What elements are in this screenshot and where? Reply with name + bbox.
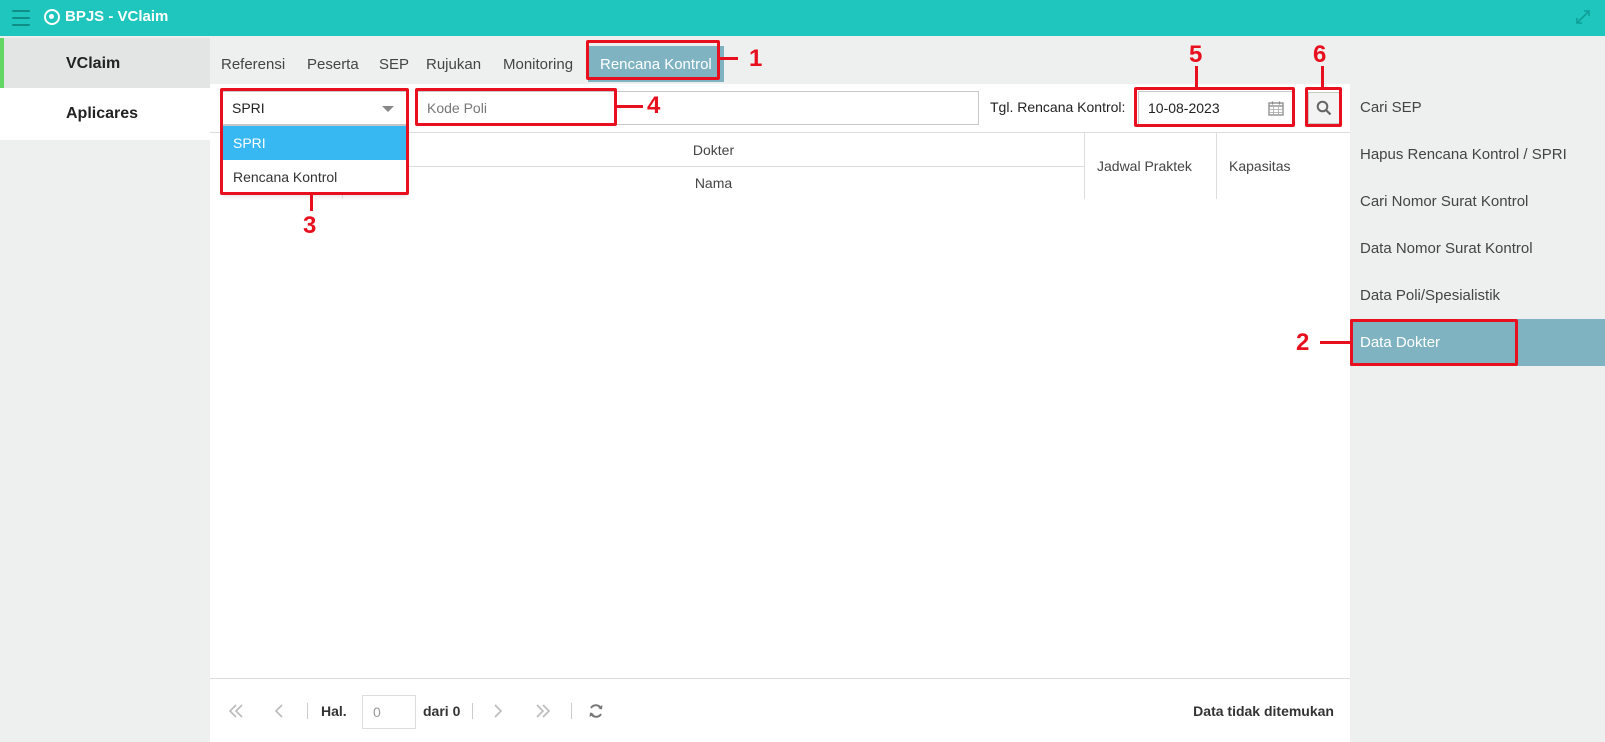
date-label: Tgl. Rencana Kontrol: — [990, 99, 1126, 115]
right-nav-item-data-nomor-surat-kontrol[interactable]: Data Nomor Surat Kontrol — [1350, 225, 1605, 272]
annotation-number-5: 5 — [1189, 41, 1203, 68]
right-sidebar: Cari SEP Hapus Rencana Kontrol / SPRI Ca… — [1350, 84, 1605, 742]
calendar-icon[interactable] — [1268, 101, 1284, 116]
annotation-number-6: 6 — [1313, 41, 1327, 68]
tab-rujukan[interactable]: Rujukan — [426, 46, 481, 82]
type-select-value: SPRI — [232, 100, 265, 116]
expand-icon[interactable] — [1575, 9, 1591, 25]
dropdown-option-spri[interactable]: SPRI — [223, 126, 406, 160]
last-page-icon[interactable] — [535, 701, 551, 721]
dropdown-option-rencana-kontrol[interactable]: Rencana Kontrol — [223, 160, 406, 194]
pager-status-message: Data tidak ditemukan — [1193, 703, 1334, 719]
first-page-icon[interactable] — [228, 701, 244, 721]
page-number-input[interactable] — [362, 695, 416, 729]
tab-monitoring[interactable]: Monitoring — [503, 46, 573, 82]
left-nav-label: VClaim — [66, 55, 121, 72]
right-nav-item-data-poli[interactable]: Data Poli/Spesialistik — [1350, 272, 1605, 319]
refresh-icon[interactable] — [588, 701, 604, 721]
prev-page-icon[interactable] — [274, 701, 284, 721]
tab-rencana-kontrol[interactable]: Rencana Kontrol — [588, 46, 724, 82]
annotation-number-3: 3 — [303, 212, 317, 239]
column-group-dokter: Dokter — [342, 133, 1084, 167]
date-field[interactable]: 10-08-2023 — [1138, 91, 1293, 125]
main-panel: SPRI SPRI Rencana Kontrol Tgl. Rencana K… — [210, 84, 1350, 742]
gear-icon — [44, 8, 60, 25]
column-header-jadwal-praktek[interactable]: Jadwal Praktek — [1084, 133, 1216, 199]
type-dropdown: SPRI Rencana Kontrol — [222, 125, 407, 195]
tab-peserta[interactable]: Peserta — [307, 46, 359, 82]
tab-bar: Referensi Peserta SEP Rujukan Monitoring… — [210, 36, 1350, 84]
app-brand: BPJS - VClaim — [44, 8, 168, 25]
search-button[interactable] — [1308, 92, 1340, 124]
type-select[interactable]: SPRI — [222, 91, 407, 125]
right-nav-item-data-dokter[interactable]: Data Dokter — [1350, 319, 1605, 366]
tab-sep[interactable]: SEP — [379, 46, 409, 82]
date-value: 10-08-2023 — [1148, 100, 1220, 116]
caret-down-icon — [382, 106, 394, 112]
next-page-icon[interactable] — [493, 701, 503, 721]
app-title: BPJS - VClaim — [65, 8, 169, 25]
pager-divider — [307, 703, 308, 719]
annotation-number-4: 4 — [647, 92, 661, 119]
column-header-nama[interactable]: Nama — [342, 167, 1084, 199]
page-total-label: dari 0 — [423, 703, 461, 719]
hamburger-menu-icon[interactable] — [12, 10, 30, 26]
pager-divider — [571, 703, 572, 719]
page-label: Hal. — [321, 703, 347, 719]
annotation-number-2: 2 — [1296, 329, 1310, 356]
pagination-bar: Hal. dari 0 Data tidak ditemukan — [210, 678, 1350, 742]
pager-divider — [472, 703, 473, 719]
kode-poli-input[interactable] — [417, 91, 979, 125]
annotation-number-1: 1 — [749, 45, 763, 72]
right-nav-item-hapus-rencana-kontrol[interactable]: Hapus Rencana Kontrol / SPRI — [1350, 131, 1605, 178]
app-header: BPJS - VClaim — [0, 0, 1605, 36]
left-sidebar: VClaim Aplicares — [0, 36, 210, 742]
left-nav-label: Aplicares — [66, 105, 139, 122]
left-nav-item-vclaim[interactable]: VClaim — [0, 38, 210, 90]
right-nav-item-cari-sep[interactable]: Cari SEP — [1350, 84, 1605, 131]
right-nav-item-cari-nomor-surat-kontrol[interactable]: Cari Nomor Surat Kontrol — [1350, 178, 1605, 225]
search-icon — [1316, 100, 1332, 116]
tab-referensi[interactable]: Referensi — [221, 46, 285, 82]
column-header-kapasitas[interactable]: Kapasitas — [1216, 133, 1350, 199]
left-nav-item-aplicares[interactable]: Aplicares — [0, 88, 210, 140]
